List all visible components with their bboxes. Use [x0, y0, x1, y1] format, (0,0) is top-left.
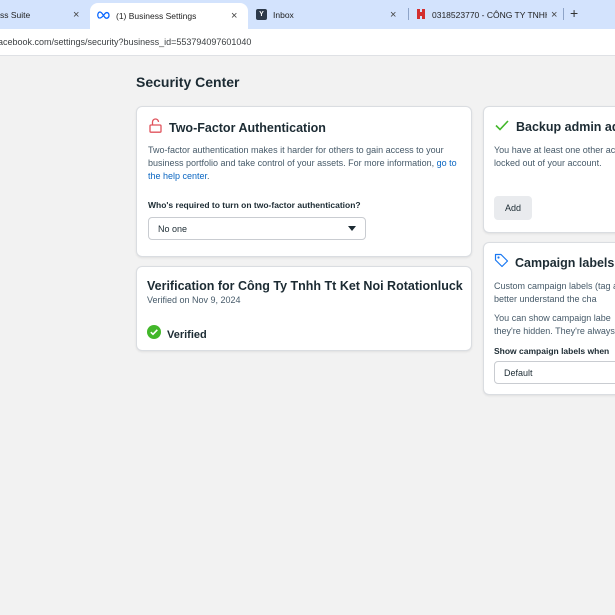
company-favicon-icon [416, 8, 426, 22]
campaign-labels-description-1: Custom campaign labels (tag and better u… [494, 281, 615, 304]
card-header: Backup admin add [495, 118, 615, 136]
two-factor-card: Two-Factor Authentication Two-factor aut… [136, 106, 472, 257]
description-period: . [207, 171, 210, 181]
close-icon[interactable]: × [551, 9, 557, 21]
url-text[interactable]: acebook.com/settings/security?business_i… [0, 29, 251, 56]
campaign-labels-card: Campaign labels (t Custom campaign label… [483, 242, 615, 395]
campaign-labels-description-2: You can show campaign labe they're hidde… [494, 313, 615, 336]
inbox-app-icon: Y [256, 9, 267, 20]
backup-admin-card: Backup admin add You have at least one o… [483, 106, 615, 233]
tab-title: (1) Business Settings [116, 11, 197, 21]
tab-separator [563, 8, 564, 20]
tab-title: 0318523770 - CÔNG TY TNHH [432, 9, 547, 20]
dropdown-value: Default [504, 367, 533, 378]
card-heading: Verification for Công Ty Tnhh Tt Ket Noi… [147, 279, 463, 293]
card-heading: Campaign labels (t [515, 256, 615, 270]
tab-business-settings[interactable]: (1) Business Settings × [90, 3, 248, 29]
address-bar[interactable]: acebook.com/settings/security?business_i… [0, 29, 615, 56]
checkmark-icon [495, 118, 509, 136]
tag-icon [494, 253, 509, 273]
two-factor-description: Two-factor authentication makes it harde… [148, 144, 466, 183]
caret-down-icon [348, 226, 356, 231]
tab-title: Inbox [273, 9, 294, 20]
card-heading: Backup admin add [516, 120, 615, 134]
tab-inbox[interactable]: Y Inbox × [248, 0, 408, 29]
verified-check-icon [147, 325, 161, 344]
add-admin-button[interactable]: Add [494, 196, 532, 220]
close-icon[interactable]: × [73, 9, 79, 21]
tab-business-suite[interactable]: ss Suite × [0, 0, 90, 29]
card-heading: Two-Factor Authentication [169, 121, 326, 135]
page-title: Security Center [136, 74, 240, 90]
meta-logo-icon [97, 11, 110, 21]
tab-title: ss Suite [0, 9, 31, 20]
card-header: Campaign labels (t [494, 253, 615, 273]
two-factor-question: Who's required to turn on two-factor aut… [148, 200, 361, 210]
dropdown-value: No one [158, 223, 188, 234]
campaign-labels-dropdown[interactable]: Default [494, 361, 615, 384]
close-icon[interactable]: × [231, 10, 237, 22]
unlock-icon [149, 118, 162, 138]
verification-card: Verification for Công Ty Tnhh Tt Ket Noi… [136, 266, 472, 351]
close-icon[interactable]: × [390, 9, 396, 21]
campaign-labels-question: Show campaign labels when [494, 346, 610, 356]
two-factor-dropdown[interactable]: No one [148, 217, 366, 240]
backup-admin-description: You have at least one other ac locked ou… [494, 145, 615, 168]
new-tab-button[interactable]: + [570, 5, 578, 21]
verified-label: Verified [167, 328, 207, 341]
card-header: Verification for Công Ty Tnhh Tt Ket Noi… [147, 279, 463, 293]
description-text: Two-factor authentication makes it harde… [148, 145, 444, 168]
card-header: Two-Factor Authentication [149, 118, 326, 138]
tab-company[interactable]: 0318523770 - CÔNG TY TNHH × [410, 0, 566, 29]
tab-separator [408, 8, 409, 20]
verification-date: Verified on Nov 9, 2024 [147, 295, 241, 305]
verified-status: Verified [147, 325, 207, 344]
browser-tabstrip: ss Suite × (1) Business Settings × Y Inb… [0, 0, 615, 29]
